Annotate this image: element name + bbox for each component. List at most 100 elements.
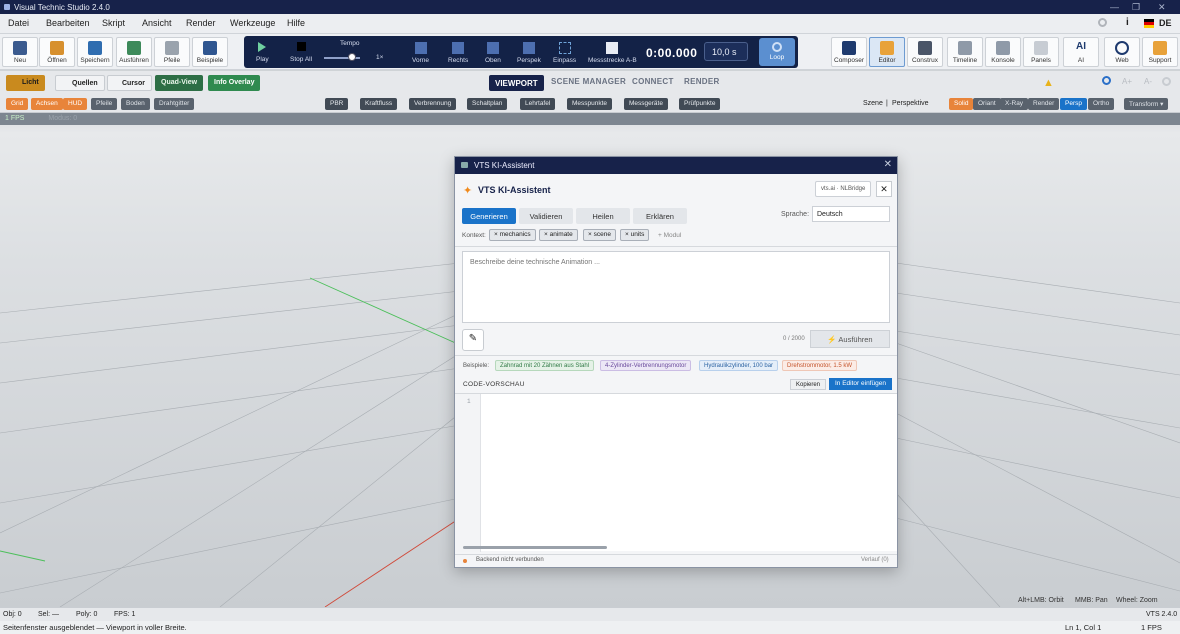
cursor-button[interactable]: Cursor	[107, 75, 152, 91]
play-button[interactable]: Play	[256, 42, 269, 63]
warning-icon[interactable]: ▲	[1043, 77, 1054, 89]
menu-ansicht[interactable]: Ansicht	[142, 18, 172, 28]
arrows-toggle[interactable]: Pfeile	[91, 98, 118, 110]
perspective-label[interactable]: Perspektive	[892, 100, 929, 107]
wireframe-toggle[interactable]: Drahtgitter	[154, 98, 195, 110]
settings-gear-icon[interactable]	[1098, 18, 1107, 27]
mode-heal-button[interactable]: Heilen	[576, 208, 630, 224]
view-front-button[interactable]: Vorne	[412, 42, 429, 64]
example-chip-motor[interactable]: Drehstrommotor, 1.5 kW	[782, 360, 858, 371]
new-button[interactable]: Neu	[2, 37, 38, 67]
history-link[interactable]: Verlauf (0)	[861, 557, 889, 563]
solid-mode[interactable]: Solid	[949, 98, 974, 110]
add-module-button[interactable]: + Modul	[658, 232, 681, 239]
context-tag-animate[interactable]: × animate	[539, 229, 578, 241]
menu-datei[interactable]: Datei	[8, 18, 29, 28]
run-script-button[interactable]: Ausführen	[116, 37, 152, 67]
tempo-slider-handle[interactable]	[348, 53, 356, 61]
mode-validate-button[interactable]: Validieren	[519, 208, 573, 224]
tab-connect[interactable]: CONNECT	[632, 77, 674, 86]
measure-points-toggle[interactable]: Messpunkte	[567, 98, 613, 110]
measure-button[interactable]: Messstrecke A-B	[588, 42, 637, 64]
dialog-close-icon[interactable]: ✕	[884, 159, 892, 170]
minimize-button[interactable]: —	[1110, 2, 1119, 12]
timeline-button[interactable]: Timeline	[947, 37, 983, 67]
console-button[interactable]: Konsole	[985, 37, 1021, 67]
provider-badge[interactable]: vts.ai · NLBridge	[815, 181, 872, 197]
horizontal-scrollbar[interactable]	[463, 546, 607, 549]
zoom-search-icon[interactable]	[1102, 76, 1111, 85]
menu-skript[interactable]: Skript	[102, 18, 125, 28]
code-preview-area[interactable]: 1	[455, 393, 897, 552]
font-increase-icon[interactable]: A+	[1122, 77, 1132, 86]
examples-button[interactable]: Beispiele	[192, 37, 228, 67]
test-points-toggle[interactable]: Prüfpunkte	[679, 98, 721, 110]
ortho-mode[interactable]: Ortho	[1088, 98, 1115, 110]
info-icon[interactable]: i	[1126, 17, 1129, 28]
copy-button[interactable]: Kopieren	[790, 379, 827, 390]
menu-hilfe[interactable]: Hilfe	[287, 18, 305, 28]
persp-mode[interactable]: Persp	[1060, 98, 1087, 110]
menu-bearbeiten[interactable]: Bearbeiten	[46, 18, 90, 28]
microphone-icon[interactable]: ✎	[462, 329, 484, 351]
language-selector[interactable]: DE	[1159, 18, 1172, 28]
grid-toggle[interactable]: Grid	[6, 98, 29, 110]
duration-input[interactable]: 10,0 s	[704, 42, 748, 61]
editor-button[interactable]: Editor	[869, 37, 905, 67]
combustion-toggle[interactable]: Verbrennung	[409, 98, 457, 110]
arrows-button[interactable]: Pfeile	[154, 37, 190, 67]
dialog-title-bar[interactable]: VTS KI-Assistent ✕	[455, 157, 897, 174]
support-button[interactable]: Support	[1142, 37, 1178, 67]
info-overlay-button[interactable]: Info Overlay	[208, 75, 261, 91]
example-chip-gear[interactable]: Zahnrad mit 20 Zähnen aus Stahl	[495, 360, 595, 371]
maximize-button[interactable]: ❐	[1132, 2, 1140, 13]
circuit-plan-toggle[interactable]: Schaltplan	[467, 98, 508, 110]
example-chip-hydraulic[interactable]: Hydraulikzylinder, 100 bar	[699, 360, 779, 371]
mode-generate-button[interactable]: Generieren	[462, 208, 516, 224]
ai-button[interactable]: AI AI	[1063, 37, 1099, 67]
gauges-toggle[interactable]: Messgeräte	[624, 98, 668, 110]
fit-view-button[interactable]: Einpass	[553, 42, 576, 64]
floor-toggle[interactable]: Boden	[121, 98, 150, 110]
save-button[interactable]: Speichern	[77, 37, 113, 67]
composer-button[interactable]: Composer	[831, 37, 867, 67]
close-window-button[interactable]: ✕	[1158, 2, 1166, 13]
scene-label[interactable]: Szene	[863, 100, 883, 107]
run-button[interactable]: ⚡ Ausführen	[810, 330, 890, 348]
pbr-toggle[interactable]: PBR	[325, 98, 349, 110]
stop-all-button[interactable]: Stop All	[290, 42, 312, 63]
font-decrease-icon[interactable]: A-	[1144, 77, 1152, 86]
web-button[interactable]: Web	[1104, 37, 1140, 67]
xray-mode[interactable]: X-Ray	[1000, 98, 1029, 110]
light-button[interactable]: Licht	[6, 75, 45, 91]
tab-viewport[interactable]: VIEWPORT	[489, 75, 544, 91]
view-right-button[interactable]: Rechts	[448, 42, 468, 64]
render-mode[interactable]: Render	[1028, 98, 1060, 110]
context-tag-mechanics[interactable]: × mechanics	[489, 229, 536, 241]
hud-toggle[interactable]: HUD	[63, 98, 88, 110]
view-top-button[interactable]: Oben	[485, 42, 501, 64]
sources-button[interactable]: Quellen	[55, 75, 105, 91]
prompt-textarea[interactable]	[462, 251, 890, 323]
settings-icon[interactable]	[1162, 77, 1171, 86]
mode-explain-button[interactable]: Erklären	[633, 208, 687, 224]
panels-button[interactable]: Panels	[1023, 37, 1059, 67]
quad-view-button[interactable]: Quad-View	[155, 75, 204, 91]
open-button[interactable]: Öffnen	[39, 37, 75, 67]
view-perspective-button[interactable]: Perspek	[517, 42, 541, 64]
context-tag-units[interactable]: × units	[620, 229, 650, 241]
language-select[interactable]: Deutsch	[812, 206, 890, 222]
menu-werkzeuge[interactable]: Werkzeuge	[230, 18, 275, 28]
tab-render[interactable]: RENDER	[684, 77, 720, 86]
context-tag-scene[interactable]: × scene	[583, 229, 616, 241]
insert-editor-button[interactable]: In Editor einfügen	[829, 378, 892, 390]
menu-render[interactable]: Render	[186, 18, 216, 28]
force-flow-toggle[interactable]: Kraftfluss	[360, 98, 398, 110]
tab-scene-manager[interactable]: SCENE MANAGER	[551, 77, 626, 86]
axes-toggle[interactable]: Achsen	[31, 98, 63, 110]
close-panel-icon[interactable]: ✕	[876, 181, 892, 197]
oriant-mode[interactable]: Oriant	[973, 98, 1001, 110]
example-chip-engine[interactable]: 4-Zylinder-Verbrennungsmotor	[600, 360, 692, 371]
loop-button[interactable]: Loop	[759, 38, 795, 66]
transform-dropdown[interactable]: Transform ▾	[1124, 98, 1169, 110]
